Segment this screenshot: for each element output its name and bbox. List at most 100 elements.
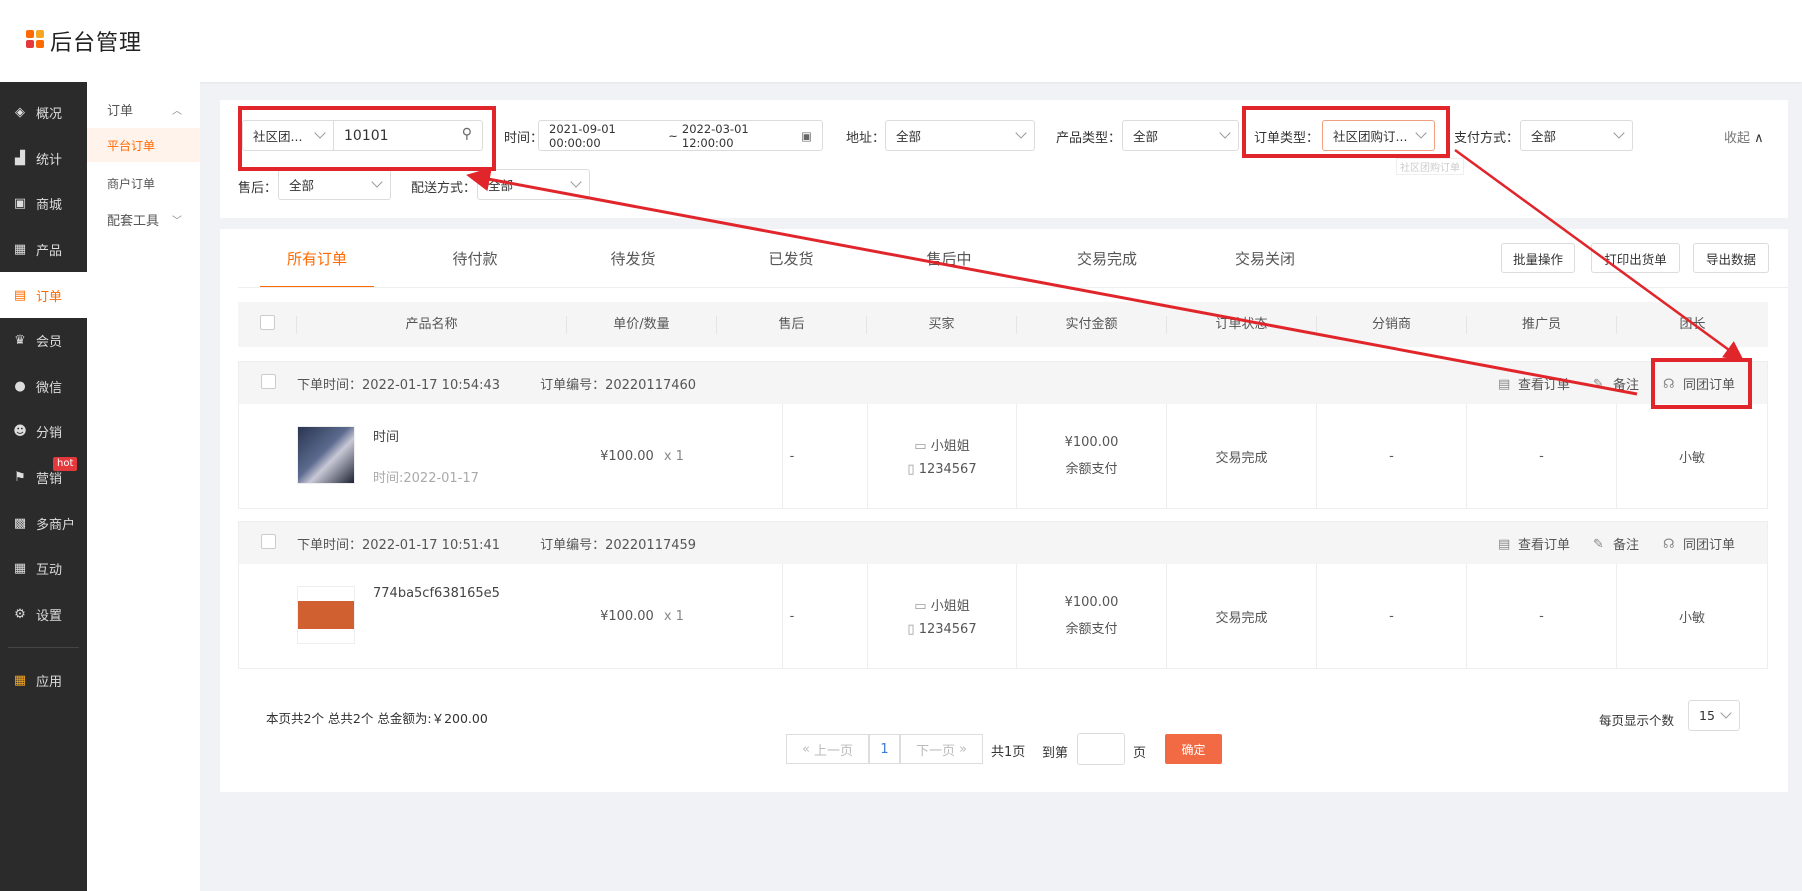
tab-all-orders[interactable]: 所有订单	[238, 229, 396, 288]
hot-badge: hot	[53, 456, 78, 471]
product-name[interactable]: 774ba5cf638165e5	[373, 586, 500, 601]
subnav-group-tools[interactable]: 配套工具 ﹀	[87, 200, 200, 238]
total-pages: 共1页	[991, 745, 1026, 760]
subnav-group-label: 配套工具	[107, 213, 160, 229]
order-checkbox[interactable]	[260, 373, 276, 389]
status-cell: 交易完成	[1167, 404, 1317, 508]
product-thumbnail[interactable]	[297, 586, 355, 644]
chart-icon: ▟	[15, 150, 25, 166]
confirm-goto-button[interactable]: 确定	[1165, 734, 1222, 764]
pay-method-select[interactable]: 全部	[1520, 120, 1633, 151]
sidebar-item-mall[interactable]: ▣ 商城	[0, 181, 87, 227]
tab-after-sale[interactable]: 售后中	[870, 229, 1028, 287]
table-header: 产品名称 单价/数量 售后 买家 实付金额 订单状态 分销商 推广员 团长	[238, 302, 1768, 347]
buyer-name: 小姐姐	[930, 439, 970, 454]
orders-panel: 所有订单 待付款 待发货 已发货 售后中 交易完成 交易关闭 批量操作 打印出货…	[220, 229, 1788, 792]
subnav-item-merchant-orders[interactable]: 商户订单	[87, 166, 200, 200]
page-number-button[interactable]: 1	[869, 734, 900, 764]
sidebar-item-wechat[interactable]: ● 微信	[0, 364, 87, 410]
sidebar-item-settings[interactable]: ⚙ 设置	[0, 592, 87, 638]
calendar-icon: ▣	[801, 128, 812, 143]
batch-action-button[interactable]: 批量操作	[1501, 243, 1575, 273]
pay-method-label: 支付方式：	[1454, 131, 1520, 146]
user-card-icon: ▭	[914, 439, 927, 454]
double-right-icon: »	[959, 741, 968, 757]
user-card-icon: ▭	[914, 599, 927, 614]
print-shipping-button[interactable]: 打印出货单	[1591, 243, 1680, 273]
grid-icon: ▦	[13, 242, 27, 258]
sidebar-item-marketing[interactable]: ⚑ 营销 hot	[0, 455, 87, 501]
chevron-down-icon	[1720, 707, 1732, 719]
sidebar-item-overview[interactable]: ◈ 概况	[0, 90, 87, 136]
next-page-button[interactable]: 下一页 »	[900, 734, 983, 764]
distributor-cell: -	[1317, 404, 1467, 508]
sidebar-item-label: 应用	[36, 675, 63, 691]
view-order-button[interactable]: ▤ 查看订单	[1498, 534, 1570, 554]
tab-pending-payment[interactable]: 待付款	[396, 229, 554, 287]
view-order-button[interactable]: ▤ 查看订单	[1498, 374, 1570, 394]
colorful-apps-icon: ▦	[13, 673, 27, 689]
order-header: 下单时间：2022-01-17 10:54:43 订单编号：2022011746…	[239, 362, 1767, 404]
sidebar-item-label: 多商户	[36, 517, 76, 533]
buyer-cell: ▭ 小姐姐 ▯ 1234567	[867, 564, 1017, 668]
select-all-checkbox[interactable]	[259, 315, 275, 330]
subnav-item-platform-orders[interactable]: 平台订单	[87, 128, 200, 162]
chevron-down-icon	[570, 176, 582, 188]
same-group-order-button[interactable]: ☊ 同团订单	[1663, 534, 1735, 554]
sidebar-item-label: 订单	[36, 289, 63, 305]
tab-completed[interactable]: 交易完成	[1028, 229, 1186, 287]
note-label: 备注	[1613, 378, 1640, 393]
tab-closed[interactable]: 交易关闭	[1186, 229, 1344, 287]
sidebar-item-stats[interactable]: ▟ 统计	[0, 136, 87, 182]
order-body: 774ba5cf638165e5 ¥100.00 x 1 - ▭ 小姐姐 ▯ 12…	[239, 564, 1767, 668]
amount-cell: ¥100.00 余额支付	[1017, 404, 1167, 508]
sidebar-item-orders[interactable]: ▤ 订单	[0, 272, 87, 318]
delivery-label: 配送方式：	[411, 181, 477, 196]
after-sale-select[interactable]: 全部	[278, 169, 391, 200]
note-button[interactable]: ✎ 备注	[1593, 534, 1639, 554]
product-name[interactable]: 时间	[373, 426, 479, 445]
apps-icon: ▦	[13, 561, 27, 577]
store-icon: ▣	[13, 196, 27, 212]
quantity: x 1	[663, 608, 684, 624]
address-select[interactable]: 全部	[885, 120, 1035, 151]
product-type-select[interactable]: 全部	[1122, 120, 1239, 151]
collapse-toggle[interactable]: 收起 ∧	[1724, 127, 1764, 146]
subnav-group-label: 订单	[107, 103, 134, 119]
sidebar-item-label: 微信	[36, 380, 63, 396]
logo-icon	[26, 30, 44, 52]
col-amount: 实付金额	[1016, 315, 1166, 334]
page-size-select[interactable]: 15	[1688, 700, 1740, 731]
tab-shipped[interactable]: 已发货	[712, 229, 870, 287]
prev-page-button[interactable]: « 上一页	[786, 734, 869, 764]
sidebar-item-distribution[interactable]: ☻ 分销	[0, 409, 87, 455]
highlight-box-search	[238, 106, 496, 171]
sidebar-item-apps[interactable]: ▦ 应用	[0, 658, 87, 704]
tab-pending-shipment[interactable]: 待发货	[554, 229, 712, 287]
sidebar-item-members[interactable]: ♛ 会员	[0, 318, 87, 364]
address-value: 全部	[896, 129, 922, 144]
buyer-phone: 1234567	[918, 462, 977, 477]
product-thumbnail[interactable]	[297, 426, 355, 484]
note-button[interactable]: ✎ 备注	[1593, 374, 1640, 394]
sidebar-item-multi-merchant[interactable]: ▩ 多商户	[0, 500, 87, 546]
date-range-picker[interactable]: 2021-09-01 00:00:00 ~ 2022-03-01 12:00:0…	[538, 120, 823, 151]
col-promoter: 推广员	[1466, 315, 1616, 334]
order-time: 下单时间：2022-01-17 10:51:41	[297, 537, 501, 553]
product-type-label: 产品类型：	[1056, 131, 1122, 146]
sidebar-item-products[interactable]: ▦ 产品	[0, 227, 87, 273]
sub-navigation: 订单 ︿ 平台订单 商户订单 配套工具 ﹀	[87, 82, 200, 891]
quantity: x 1	[663, 448, 684, 464]
group-icon: ☊	[1663, 536, 1675, 552]
goto-page-input[interactable]	[1077, 733, 1125, 765]
order-checkbox[interactable]	[260, 533, 276, 549]
sidebar-item-label: 会员	[36, 335, 63, 351]
sidebar-item-label: 商城	[36, 198, 63, 214]
subnav-group-orders[interactable]: 订单 ︿	[87, 90, 200, 128]
export-data-button[interactable]: 导出数据	[1693, 243, 1769, 273]
paid-amount: ¥100.00	[1064, 595, 1119, 610]
sidebar-item-label: 互动	[36, 563, 63, 579]
sidebar-item-interaction[interactable]: ▦ 互动	[0, 546, 87, 592]
wechat-icon: ●	[14, 378, 26, 394]
delivery-select[interactable]: 全部	[477, 169, 590, 200]
